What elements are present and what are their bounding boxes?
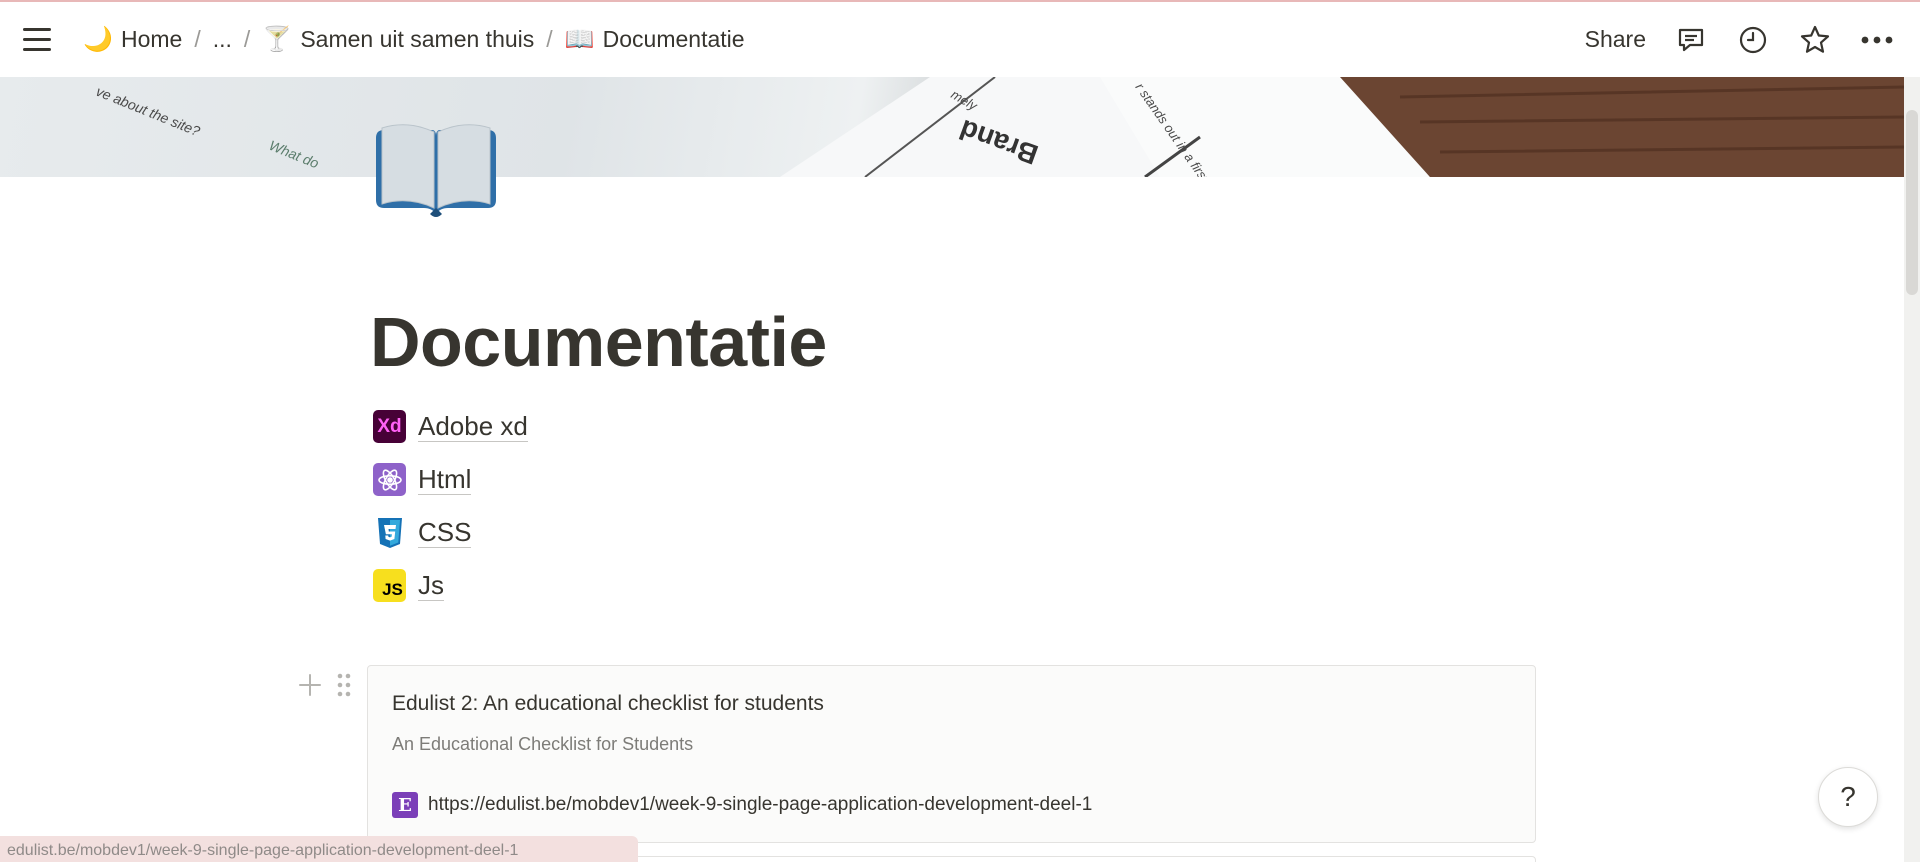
- edulist-favicon-icon: E: [392, 792, 418, 818]
- breadcrumb-label: ...: [212, 26, 232, 52]
- breadcrumb-label: Samen uit samen thuis: [300, 26, 535, 52]
- page-title[interactable]: Documentatie: [370, 302, 827, 382]
- more-icon[interactable]: [1860, 23, 1894, 57]
- share-button[interactable]: Share: [1585, 26, 1646, 53]
- page-link-label: Html: [418, 464, 472, 495]
- page-link-label: Adobe xd: [418, 411, 528, 442]
- javascript-icon: JS: [373, 569, 406, 602]
- subpage-list: Xd Adobe xd Html CSS JS Js: [373, 400, 528, 612]
- bookmark-description: An Educational Checklist for Students: [392, 734, 694, 754]
- breadcrumb-item-documentatie[interactable]: 📖 Documentatie: [559, 21, 751, 58]
- cover-image[interactable]: ve about the site? What do mely Brand r …: [0, 77, 1904, 177]
- top-bar: 🌙 Home / ... / 🍸 Samen uit samen thuis /…: [0, 2, 1920, 77]
- comment-icon[interactable]: [1674, 23, 1708, 57]
- breadcrumb: 🌙 Home / ... / 🍸 Samen uit samen thuis /…: [77, 21, 751, 58]
- breadcrumb-item-samen-uit[interactable]: 🍸 Samen uit samen thuis: [256, 21, 540, 58]
- bookmark-card[interactable]: Edulist 2: An educational checklist for …: [367, 665, 1536, 843]
- page-link-adobe-xd[interactable]: Xd Adobe xd: [373, 400, 528, 453]
- help-button[interactable]: ?: [1818, 767, 1878, 827]
- star-icon[interactable]: [1798, 23, 1832, 57]
- adobe-xd-icon-text: Xd: [377, 415, 402, 437]
- breadcrumb-label: Documentatie: [602, 26, 745, 52]
- block-handles: [298, 672, 352, 698]
- breadcrumb-item-home[interactable]: 🌙 Home: [77, 21, 188, 58]
- page-link-css[interactable]: CSS: [373, 506, 528, 559]
- cover-text: What do: [267, 137, 322, 171]
- breadcrumb-separator: /: [243, 26, 251, 52]
- cocktail-icon: 🍸: [262, 26, 293, 53]
- open-book-icon: 📖: [564, 26, 595, 53]
- bookmark-url-row: E https://edulist.be/mobdev1/week-9-sing…: [392, 792, 1092, 818]
- clock-icon[interactable]: [1736, 23, 1770, 57]
- cover-text: ve about the site?: [94, 83, 203, 139]
- bookmark-title: Edulist 2: An educational checklist for …: [392, 692, 824, 715]
- page-link-label: CSS: [418, 517, 472, 548]
- page-link-html[interactable]: Html: [373, 453, 528, 506]
- bookmark-url: https://edulist.be/mobdev1/week-9-single…: [428, 794, 1093, 815]
- breadcrumb-item-ellipsis[interactable]: ...: [207, 22, 238, 57]
- open-book-icon[interactable]: [372, 122, 500, 222]
- javascript-icon-text: JS: [382, 579, 403, 599]
- adobe-xd-icon: Xd: [373, 410, 406, 443]
- page-link-label: Js: [418, 570, 444, 601]
- css3-icon: [373, 516, 406, 549]
- drag-handle-icon[interactable]: [336, 672, 352, 698]
- moon-icon: 🌙: [83, 26, 113, 53]
- scrollbar-thumb[interactable]: [1906, 110, 1918, 295]
- breadcrumb-label: Home: [121, 26, 183, 52]
- breadcrumb-separator: /: [546, 26, 553, 52]
- menu-icon[interactable]: [23, 24, 55, 56]
- topbar-actions: Share: [1585, 2, 1894, 77]
- page-link-js[interactable]: JS Js: [373, 559, 528, 612]
- status-bar-url: edulist.be/mobdev1/week-9-single-page-ap…: [0, 836, 638, 862]
- breadcrumb-separator: /: [194, 26, 201, 52]
- add-block-icon[interactable]: [298, 673, 322, 697]
- atom-icon: [373, 463, 406, 496]
